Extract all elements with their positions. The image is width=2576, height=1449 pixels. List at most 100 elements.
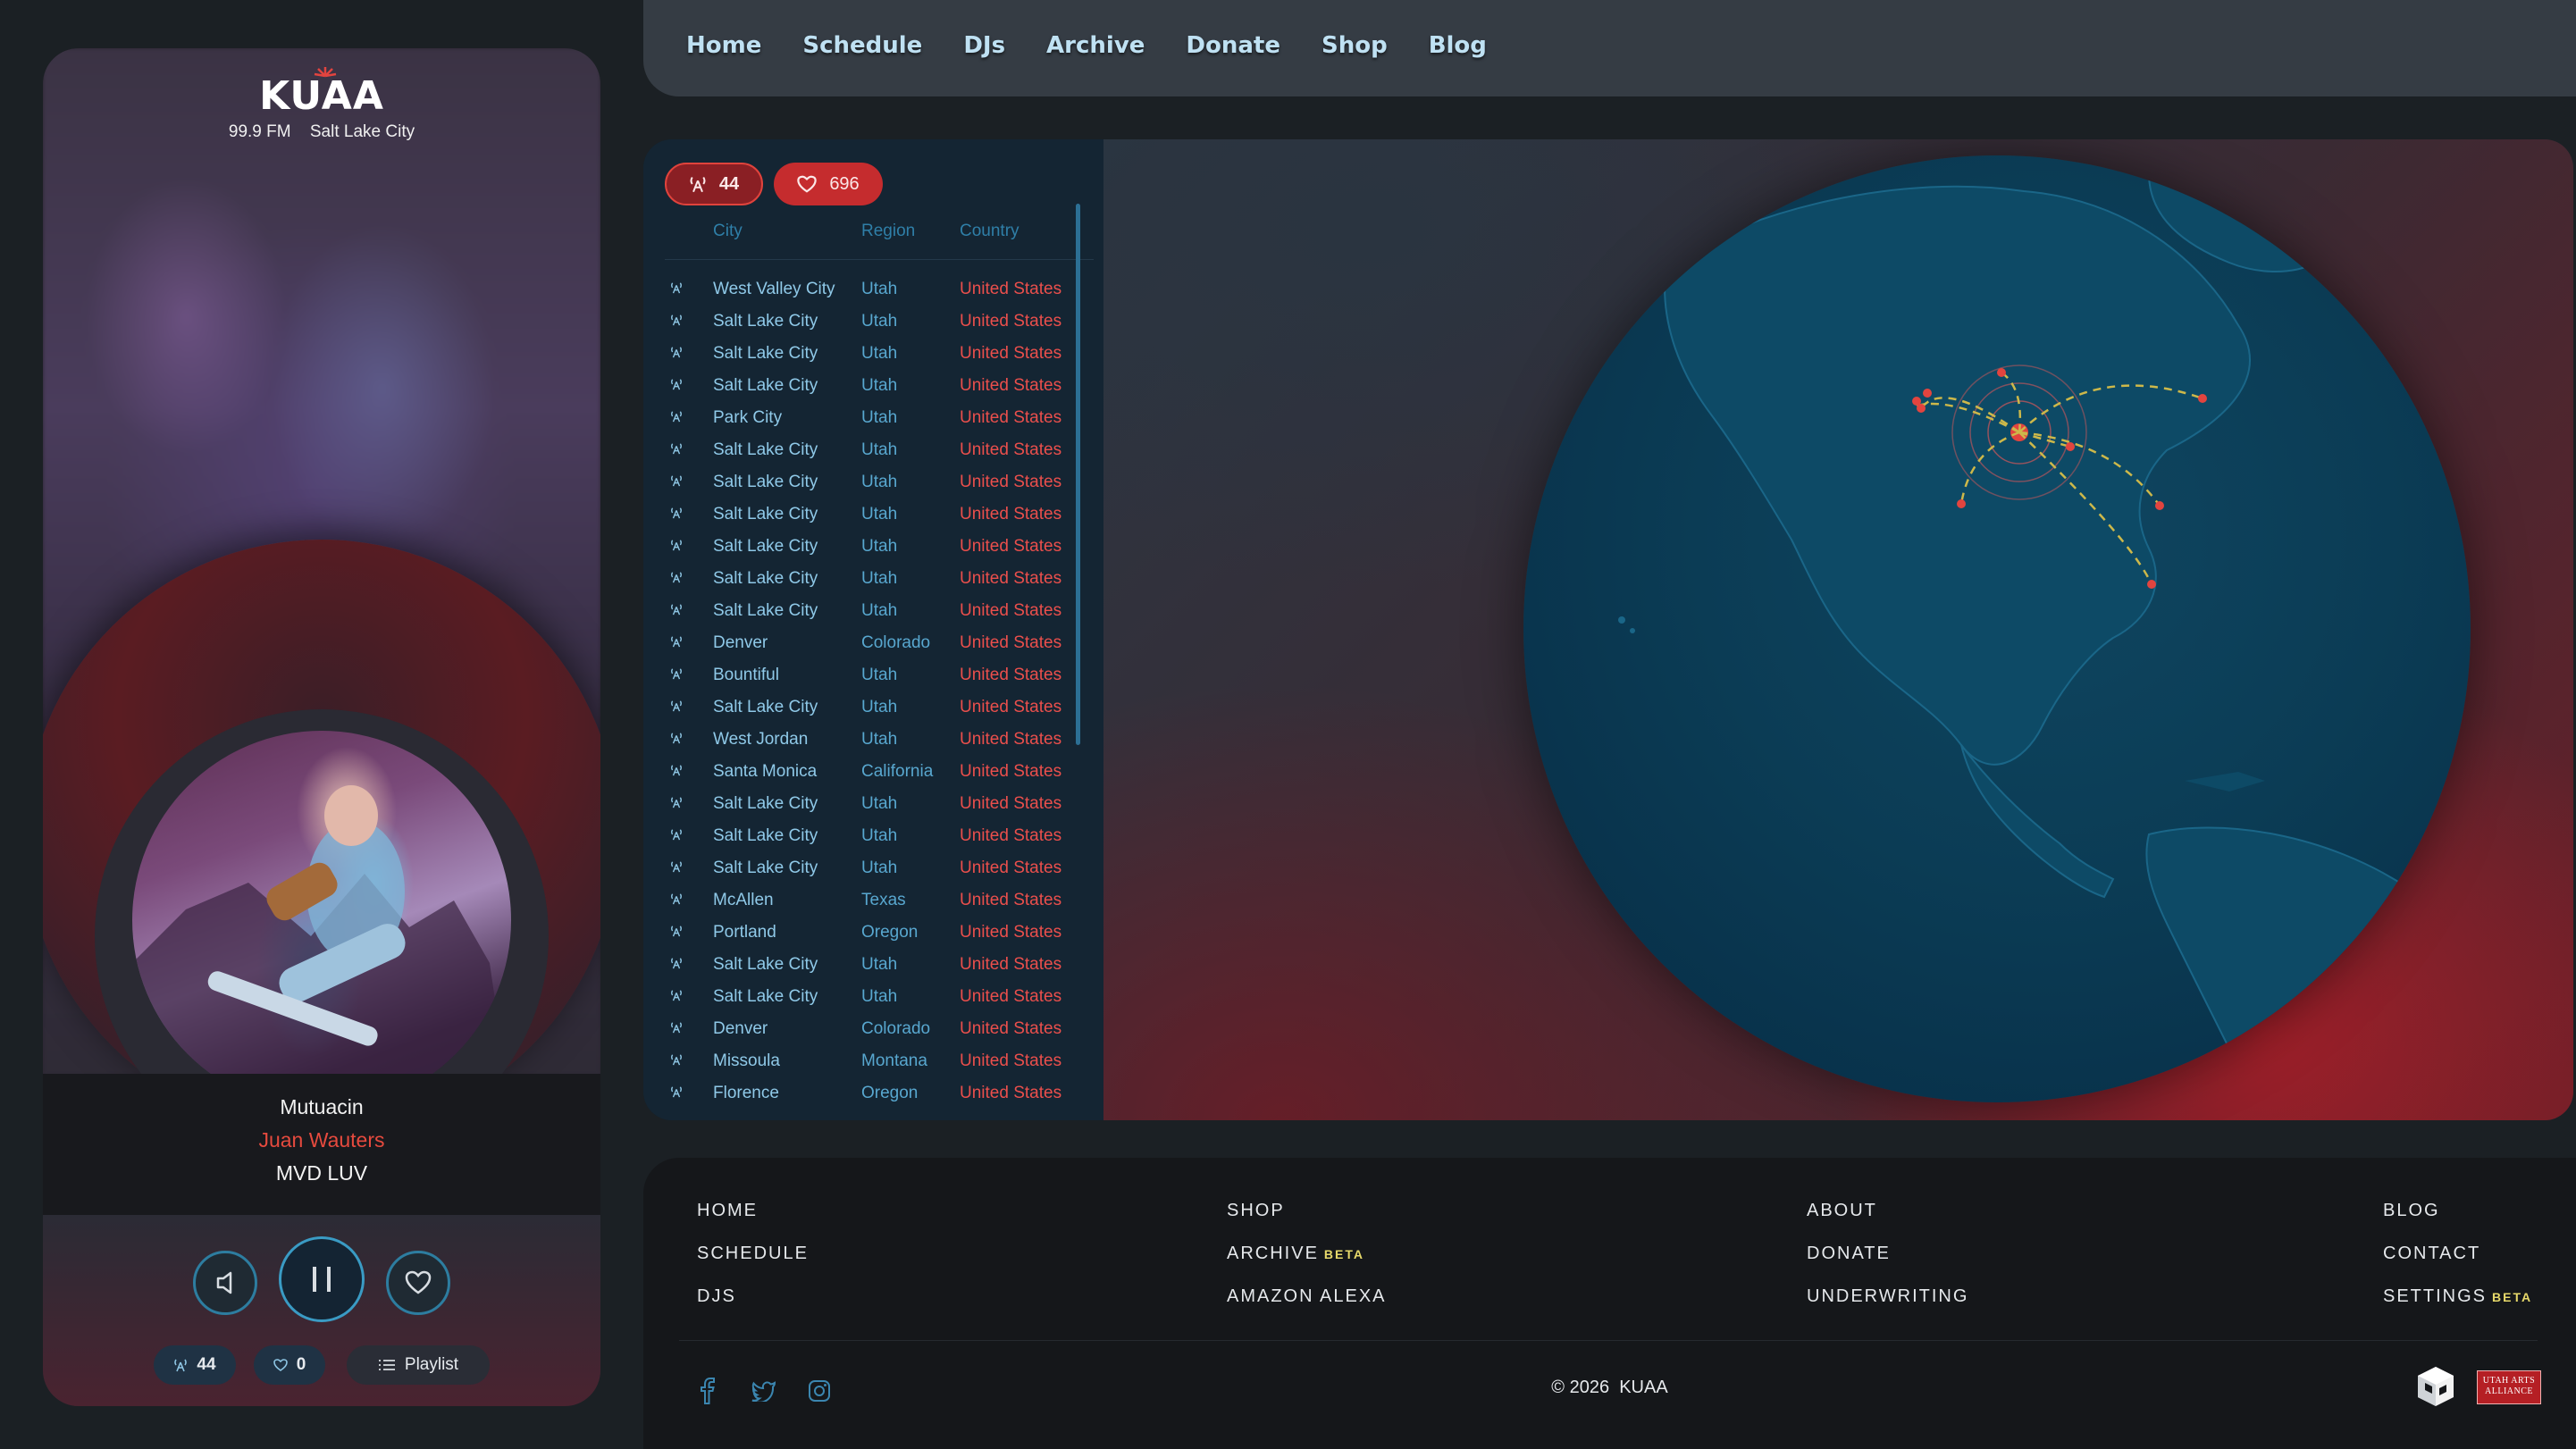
footer-link-about[interactable]: ABOUT — [1807, 1201, 1968, 1244]
like-button[interactable] — [386, 1251, 450, 1315]
track-info: Mutuacin Juan Wauters MVD LUV — [43, 1074, 600, 1215]
copyright-year: © 2026 — [1551, 1378, 1610, 1397]
heart-icon — [405, 1270, 432, 1294]
station-logo[interactable]: KUAA 99.9 FM Salt Lake City — [43, 67, 600, 142]
footer-link-schedule[interactable]: SCHEDULE — [697, 1244, 809, 1286]
header-country: Country — [960, 222, 1019, 240]
listener-city: Bountiful — [713, 666, 779, 684]
listener-country: United States — [960, 1019, 1062, 1038]
nav-blog[interactable]: Blog — [1429, 32, 1487, 59]
radio-tower-icon — [665, 828, 713, 844]
listener-city: McAllen — [713, 891, 774, 909]
pause-button[interactable] — [279, 1236, 365, 1322]
footer-link-home[interactable]: HOME — [697, 1201, 809, 1244]
listener-region: California — [861, 762, 934, 781]
listener-row: Salt Lake City Utah United States — [665, 981, 1072, 1013]
speaker-icon — [216, 1271, 232, 1294]
footer-link-archive[interactable]: ARCHIVE BETA — [1227, 1244, 1387, 1286]
radio-tower-icon — [665, 699, 713, 716]
listener-row: Salt Lake City Utah United States — [665, 691, 1072, 724]
partner-cube-logo[interactable] — [2416, 1365, 2455, 1408]
radio-tower-icon — [665, 1085, 713, 1101]
listener-region: Colorado — [861, 1019, 931, 1038]
listener-region: Texas — [861, 891, 906, 909]
listener-country: United States — [960, 1051, 1062, 1070]
listener-row: McAllen Texas United States — [665, 884, 1072, 917]
radio-tower-icon — [665, 346, 713, 362]
listener-region: Utah — [861, 312, 898, 331]
listener-country: United States — [960, 473, 1062, 491]
like-count-pill[interactable]: 0 — [254, 1345, 325, 1385]
like-count-badge[interactable]: 696 — [774, 163, 883, 205]
footer-link-shop[interactable]: SHOP — [1227, 1201, 1387, 1244]
listener-row: Florence Oregon United States — [665, 1077, 1072, 1110]
nav-djs[interactable]: DJs — [963, 32, 1005, 59]
listener-row: Park City Utah United States — [665, 402, 1072, 434]
footer-link-djs[interactable]: DJS — [697, 1286, 809, 1329]
listener-city: Florence — [713, 1084, 779, 1102]
site-footer: HOME SCHEDULE DJS SHOP ARCHIVE BETA AMAZO… — [643, 1158, 2576, 1449]
playlist-button[interactable]: Playlist — [347, 1345, 490, 1385]
footer-link-donate[interactable]: DONATE — [1807, 1244, 1968, 1286]
nav-home[interactable]: Home — [686, 32, 761, 59]
listener-map-panel: 44 696 City Region Country West Valley C… — [643, 139, 2573, 1120]
radio-tower-icon — [665, 860, 713, 876]
listener-list-panel: 44 696 City Region Country West Valley C… — [643, 139, 1103, 1120]
listener-region: Utah — [861, 280, 898, 298]
listener-globe[interactable] — [1523, 155, 2471, 1102]
listener-row: Salt Lake City Utah United States — [665, 852, 1072, 884]
radio-tower-icon — [665, 539, 713, 555]
footer-link-contact[interactable]: CONTACT — [2383, 1244, 2532, 1286]
footer-link-amazon-alexa[interactable]: AMAZON ALEXA — [1227, 1286, 1387, 1329]
listener-city: Denver — [713, 1019, 768, 1038]
like-count: 0 — [296, 1355, 306, 1374]
nav-donate[interactable]: Donate — [1186, 32, 1280, 59]
pause-icon — [313, 1267, 331, 1292]
volume-button[interactable] — [193, 1251, 257, 1315]
nav-archive[interactable]: Archive — [1046, 32, 1145, 59]
radio-tower-icon — [174, 1359, 188, 1372]
listener-row: Salt Lake City Utah United States — [665, 531, 1072, 563]
radio-tower-icon — [665, 796, 713, 812]
footer-link-underwriting[interactable]: UNDERWRITING — [1807, 1286, 1968, 1329]
listener-list-scrollbar[interactable] — [1076, 204, 1080, 745]
listener-count: 44 — [197, 1355, 216, 1374]
listener-country: United States — [960, 537, 1062, 556]
radio-tower-icon — [665, 442, 713, 458]
footer-link-blog[interactable]: BLOG — [2383, 1201, 2532, 1244]
listener-count-pill[interactable]: 44 — [154, 1345, 236, 1385]
listener-region: Utah — [861, 569, 898, 588]
listener-country: United States — [960, 955, 1062, 974]
track-artist[interactable]: Juan Wauters — [43, 1128, 600, 1152]
listener-country: United States — [960, 376, 1062, 395]
footer-column-1: HOME SCHEDULE DJS — [697, 1201, 809, 1329]
header-region: Region — [861, 222, 916, 240]
radio-tower-icon — [665, 764, 713, 780]
listener-region: Utah — [861, 987, 898, 1006]
nav-schedule[interactable]: Schedule — [802, 32, 922, 59]
footer-divider — [679, 1340, 2538, 1341]
listener-count-badge[interactable]: 44 — [665, 163, 763, 205]
listener-row: Salt Lake City Utah United States — [665, 949, 1072, 981]
listener-region: Colorado — [861, 633, 931, 652]
listener-row: Salt Lake City Utah United States — [665, 434, 1072, 466]
nav-shop[interactable]: Shop — [1322, 32, 1388, 59]
playlist-label: Playlist — [404, 1355, 459, 1374]
top-navigation: Home Schedule DJs Archive Donate Shop Bl… — [643, 0, 2576, 96]
listener-row: West Jordan Utah United States — [665, 724, 1072, 756]
footer-column-4: BLOG CONTACT SETTINGS BETA — [2383, 1201, 2532, 1329]
radio-tower-icon — [665, 732, 713, 748]
utah-arts-alliance-logo[interactable]: UTAH ARTS ALLIANCE — [2477, 1370, 2541, 1404]
listener-country: United States — [960, 666, 1062, 684]
beta-badge: BETA — [2492, 1290, 2533, 1304]
listener-city: Salt Lake City — [713, 505, 818, 523]
radio-tower-icon — [665, 281, 713, 297]
footer-link-settings[interactable]: SETTINGS BETA — [2383, 1286, 2532, 1329]
footer-column-3: ABOUT DONATE UNDERWRITING — [1807, 1201, 1968, 1329]
listener-region: Utah — [861, 537, 898, 556]
listener-row: Portland Oregon United States — [665, 917, 1072, 949]
listener-row: Salt Lake City Utah United States — [665, 370, 1072, 402]
radio-tower-icon — [665, 892, 713, 909]
listener-region: Utah — [861, 473, 898, 491]
listener-region: Utah — [861, 440, 898, 459]
